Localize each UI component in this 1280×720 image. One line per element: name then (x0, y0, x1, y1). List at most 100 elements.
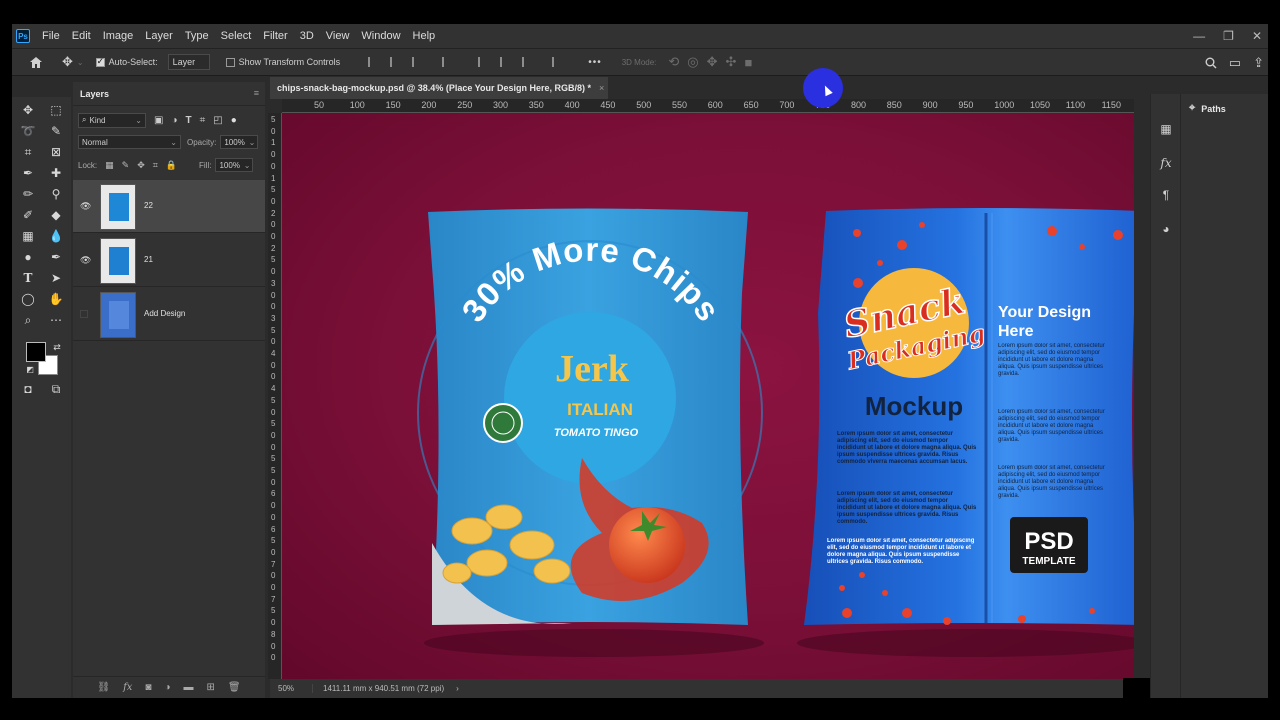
home-icon[interactable] (28, 56, 44, 69)
eye-icon[interactable]: 👁 (80, 201, 91, 212)
align-center-icon[interactable] (390, 57, 400, 67)
stamp-tool-icon[interactable]: ⚲ (47, 185, 65, 203)
move-tool-icon[interactable]: ✥ (19, 101, 37, 119)
more-options-icon[interactable]: ••• (588, 57, 602, 68)
quick-select-tool-icon[interactable]: ✎ (47, 122, 65, 140)
eye-icon[interactable]: 👁 (80, 255, 91, 266)
panel-menu-icon[interactable]: ≡ (254, 88, 259, 98)
menu-select[interactable]: Select (215, 30, 258, 42)
align-right-icon[interactable] (412, 57, 422, 67)
3d-rotate-icon[interactable]: ⟲ (668, 54, 679, 70)
color-panel-icon[interactable]: ◕ (1157, 220, 1175, 238)
trash-icon[interactable]: 🗑 (228, 682, 241, 693)
align-bottom-icon[interactable] (522, 57, 532, 67)
3d-roll-icon[interactable]: ◎ (687, 54, 698, 70)
adjustment-icon[interactable]: ◑ (164, 682, 170, 693)
history-brush-tool-icon[interactable]: ✐ (19, 206, 37, 224)
align-middle-icon[interactable] (500, 57, 510, 67)
search-icon[interactable] (1205, 57, 1217, 69)
document-tab[interactable]: chips-snack-bag-mockup.psd @ 38.4% (Plac… (270, 77, 608, 99)
menu-layer[interactable]: Layer (139, 30, 179, 42)
lock-transparent-icon[interactable]: ▦ (105, 160, 114, 171)
restore-button[interactable]: ❐ (1223, 29, 1234, 43)
layer-row[interactable]: 👁 21 (73, 234, 265, 287)
menu-file[interactable]: File (36, 30, 66, 42)
align-top-icon[interactable] (478, 57, 488, 67)
share-icon[interactable]: ⇪ (1253, 55, 1264, 71)
layer-row[interactable]: Add Design (73, 288, 265, 341)
status-menu-arrow[interactable]: › (456, 684, 459, 693)
document-canvas[interactable]: 30% More Chips Jerk ITALIAN TOMATO TINGO (282, 113, 1134, 679)
lock-position-icon[interactable]: ✥ (137, 160, 145, 171)
shape-tool-icon[interactable]: ◯ (19, 290, 37, 308)
lasso-tool-icon[interactable]: ➰ (19, 122, 37, 140)
menu-help[interactable]: Help (407, 30, 442, 42)
pen-tool-icon[interactable]: ✒ (47, 248, 65, 266)
foreground-color-swatch[interactable] (26, 342, 46, 362)
close-tab-icon[interactable]: × (599, 83, 604, 93)
layers-panel-title[interactable]: Layers (80, 89, 109, 99)
filter-shape-icon[interactable]: ⌗ (200, 115, 206, 126)
3d-slide-icon[interactable]: ✣ (726, 54, 737, 70)
workspace-icon[interactable]: ▭ (1229, 55, 1241, 71)
menu-window[interactable]: Window (355, 30, 406, 42)
zoom-level[interactable]: 50% (278, 684, 294, 693)
blur-tool-icon[interactable]: 💧 (47, 227, 65, 245)
eraser-tool-icon[interactable]: ◆ (47, 206, 65, 224)
filter-toggle-icon[interactable]: ● (231, 115, 237, 126)
quick-mask-icon[interactable]: ◘ (19, 380, 37, 398)
screen-mode-icon[interactable]: ⧉ (47, 380, 65, 398)
fill-field[interactable]: 100% ⌄ (215, 158, 254, 172)
brush-tool-icon[interactable]: ✏ (19, 185, 37, 203)
link-icon[interactable]: ⛓ (97, 682, 110, 693)
menu-view[interactable]: View (320, 30, 356, 42)
visibility-toggle-empty[interactable] (80, 310, 88, 318)
zoom-tool-icon[interactable]: ⌕ (19, 311, 37, 329)
layer-row[interactable]: 👁 22 (73, 180, 265, 233)
filter-pixel-icon[interactable]: ▣ (154, 115, 163, 126)
paragraph-panel-icon[interactable]: ¶ (1157, 186, 1175, 204)
3d-pan-icon[interactable]: ✥ (707, 54, 718, 70)
hand-tool-icon[interactable]: ✋ (47, 290, 65, 308)
3d-camera-icon[interactable]: ■ (744, 55, 752, 70)
folder-icon[interactable]: ▬ (184, 682, 194, 693)
gradient-tool-icon[interactable]: ▦ (19, 227, 37, 245)
adjustments-panel-icon[interactable]: ▦ (1157, 120, 1175, 138)
blend-mode-dropdown[interactable]: Normal ⌄ (78, 135, 181, 149)
menu-edit[interactable]: Edit (66, 30, 97, 42)
filter-type-icon[interactable]: T (186, 115, 192, 126)
eyedropper-tool-icon[interactable]: ✒ (19, 164, 37, 182)
lock-artboard-icon[interactable]: ⌗ (153, 160, 158, 171)
filter-smart-object-icon[interactable]: ◰ (213, 115, 222, 126)
distribute-icon[interactable] (442, 57, 452, 67)
styles-panel-icon[interactable]: fx (1157, 154, 1175, 172)
show-transform-checkbox[interactable] (225, 57, 235, 67)
auto-select-target-dropdown[interactable]: Layer (167, 54, 210, 70)
lock-pixels-icon[interactable]: ✎ (122, 160, 130, 171)
distribute-vertical-icon[interactable] (552, 57, 562, 67)
align-left-icon[interactable] (368, 57, 378, 67)
swap-colors-icon[interactable]: ⇄ (48, 338, 66, 356)
menu-filter[interactable]: Filter (257, 30, 293, 42)
close-button[interactable]: ✕ (1252, 29, 1262, 43)
minimize-button[interactable]: — (1193, 29, 1205, 43)
menu-type[interactable]: Type (179, 30, 215, 42)
show-transform-toggle[interactable]: Show Transform Controls (225, 57, 340, 67)
chevron-down-icon[interactable]: ⌄ (77, 58, 84, 67)
new-layer-icon[interactable]: ⊞ (207, 682, 215, 693)
opacity-field[interactable]: 100% ⌄ (220, 135, 259, 149)
auto-select-toggle[interactable]: Auto-Select: (95, 56, 158, 67)
layer-filter-kind-dropdown[interactable]: ⌕ Kind ⌄ (78, 112, 146, 128)
auto-select-checkbox[interactable] (95, 56, 105, 67)
crop-tool-icon[interactable]: ⌗ (19, 143, 37, 161)
more-tools-icon[interactable]: ⋯ (47, 311, 65, 329)
healing-brush-tool-icon[interactable]: ✚ (47, 164, 65, 182)
path-select-tool-icon[interactable]: ➤ (47, 269, 65, 287)
marquee-tool-icon[interactable]: ⬚ (47, 101, 65, 119)
fx-icon[interactable]: fx (123, 682, 132, 693)
filter-adjustment-icon[interactable]: ◑ (171, 115, 177, 126)
frame-tool-icon[interactable]: ⊠ (47, 143, 65, 161)
lock-all-icon[interactable]: 🔒 (166, 160, 177, 171)
dodge-tool-icon[interactable]: ● (19, 248, 37, 266)
default-colors-icon[interactable]: ◩ (21, 360, 39, 378)
